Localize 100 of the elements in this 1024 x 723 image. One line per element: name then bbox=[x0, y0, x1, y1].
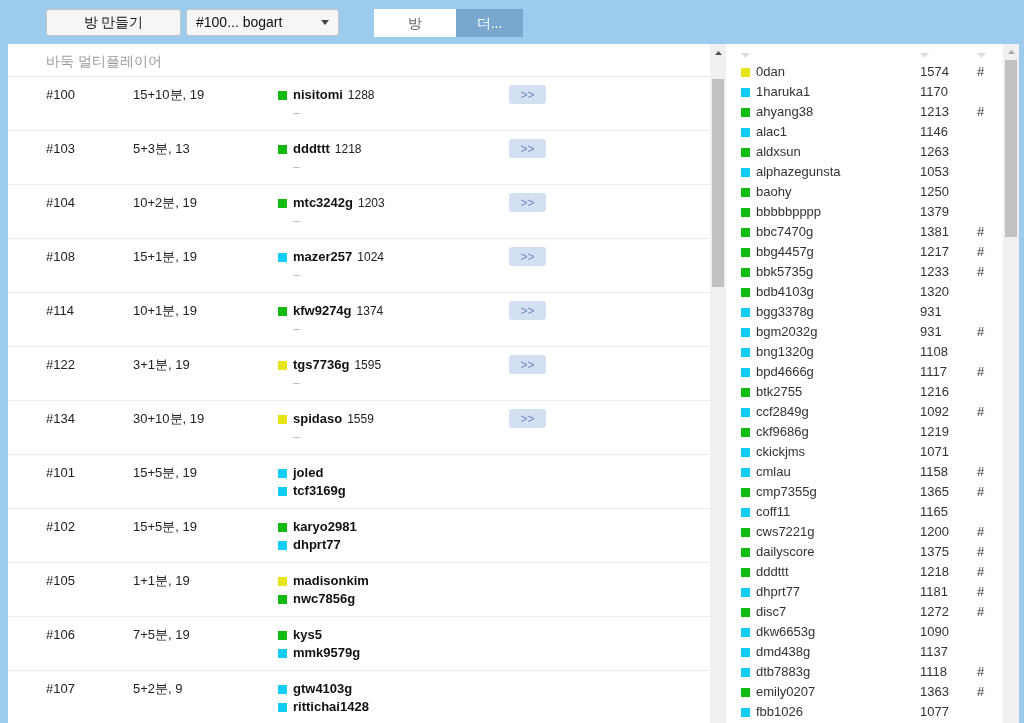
user-rating: 1213 bbox=[920, 103, 950, 122]
user-name[interactable]: dddttt bbox=[756, 562, 789, 582]
user-name[interactable]: 1haruka1 bbox=[756, 82, 811, 102]
user-mark: # bbox=[977, 663, 985, 682]
player-rating: 1595 bbox=[354, 357, 382, 374]
user-mark: # bbox=[977, 683, 985, 702]
user-mark: # bbox=[977, 223, 985, 242]
scrollbar[interactable] bbox=[1003, 44, 1019, 723]
scrollbar[interactable] bbox=[710, 44, 726, 723]
tab[interactable]: 방 bbox=[374, 9, 456, 37]
player-name: joled bbox=[293, 464, 324, 483]
time-setting: 30+10분, 19 bbox=[133, 410, 206, 428]
player-name: tgs7736g bbox=[293, 356, 350, 375]
user-rating: 1117 bbox=[920, 363, 948, 382]
room-number: #134 bbox=[46, 410, 76, 428]
user-name[interactable]: alac1 bbox=[756, 122, 788, 142]
user-name[interactable]: cmlau bbox=[756, 462, 791, 482]
time-setting: 10+1분, 19 bbox=[133, 302, 198, 320]
user-name[interactable]: ahyang38 bbox=[756, 102, 814, 122]
user-name[interactable]: btk2755 bbox=[756, 382, 803, 402]
user-mark: # bbox=[977, 543, 985, 562]
user-rating: 1365 bbox=[920, 483, 950, 502]
create-room-button[interactable]: 방 만들기 bbox=[46, 9, 181, 36]
user-name[interactable]: bgm2032g bbox=[756, 322, 818, 342]
user-name[interactable]: dailyscore bbox=[756, 542, 815, 562]
user-name[interactable]: cws7221g bbox=[756, 522, 815, 542]
room-number: #105 bbox=[46, 572, 76, 590]
room-number: #102 bbox=[46, 518, 76, 536]
user-name[interactable]: aldxsun bbox=[756, 142, 801, 162]
room-number: #103 bbox=[46, 140, 76, 158]
room-number: #106 bbox=[46, 626, 76, 644]
user-name[interactable]: dkw6653g bbox=[756, 622, 816, 642]
user-rating: 931 bbox=[920, 303, 943, 322]
user-name[interactable]: cmp7355g bbox=[756, 482, 817, 502]
user-name[interactable]: bdb4103g bbox=[756, 282, 814, 302]
user-name[interactable]: ckickjms bbox=[756, 442, 806, 462]
user-rating: 1146 bbox=[920, 123, 949, 142]
user-name[interactable]: dhprt77 bbox=[756, 582, 801, 602]
user-mark: # bbox=[977, 263, 985, 282]
user-rating: 1092 bbox=[920, 403, 950, 422]
user-name[interactable]: bng1320g bbox=[756, 342, 814, 362]
user-name[interactable]: bbc7470g bbox=[756, 222, 814, 242]
user-name[interactable]: bbk5735g bbox=[756, 262, 814, 282]
user-name[interactable]: disc7 bbox=[756, 602, 787, 622]
user-name[interactable]: bgg3378g bbox=[756, 302, 814, 322]
player-name: mazer257 bbox=[293, 248, 353, 267]
room-dropdown[interactable]: #100... bogart bbox=[186, 9, 339, 36]
player-name: mtc3242g bbox=[293, 194, 353, 213]
user-rating: 1108 bbox=[920, 343, 949, 362]
user-rating: 1218 bbox=[920, 563, 950, 582]
player-rating: 1203 bbox=[358, 195, 385, 212]
room-number: #104 bbox=[46, 194, 76, 212]
user-name[interactable]: baohy bbox=[756, 182, 792, 202]
user-mark: # bbox=[977, 583, 985, 602]
user-name[interactable]: fbb1026 bbox=[756, 702, 803, 722]
caret-icon bbox=[321, 20, 329, 25]
empty-seat-dash: – bbox=[293, 159, 300, 176]
scrollbar-thumb[interactable] bbox=[712, 79, 724, 287]
sort-arrow-icon[interactable] bbox=[920, 53, 929, 58]
user-name[interactable]: 0dan bbox=[756, 62, 785, 82]
user-rating: 1165 bbox=[920, 503, 949, 522]
user-rating: 1263 bbox=[920, 143, 950, 162]
room-number: #107 bbox=[46, 680, 76, 698]
player-name: gtw4103g bbox=[293, 680, 353, 699]
sort-arrow-icon[interactable] bbox=[741, 53, 750, 58]
user-mark: # bbox=[977, 243, 985, 262]
player-name: madisonkim bbox=[293, 572, 369, 591]
scroll-up-arrow-icon[interactable] bbox=[714, 50, 722, 55]
user-name[interactable]: ccf2849g bbox=[756, 402, 809, 422]
user-mark: # bbox=[977, 463, 985, 482]
user-name[interactable]: emily0207 bbox=[756, 682, 816, 702]
scrollbar-thumb[interactable] bbox=[1005, 60, 1017, 237]
sort-arrow-icon[interactable] bbox=[977, 53, 986, 58]
user-name[interactable]: bpd4666g bbox=[756, 362, 814, 382]
user-name[interactable]: dtb7883g bbox=[756, 662, 811, 682]
user-name[interactable]: bbbbbpppp bbox=[756, 202, 822, 222]
user-rating: 1574 bbox=[920, 63, 950, 82]
user-name[interactable]: bbg4457g bbox=[756, 242, 814, 262]
user-mark: # bbox=[977, 103, 985, 122]
player-name: rittichai1428 bbox=[293, 698, 369, 717]
user-rating: 1071 bbox=[920, 443, 950, 462]
user-name[interactable]: alphazegunsta bbox=[756, 162, 841, 182]
user-name[interactable]: dmd438g bbox=[756, 642, 811, 662]
room-number: #101 bbox=[46, 464, 76, 482]
user-mark: # bbox=[977, 363, 985, 382]
user-rating: 1363 bbox=[920, 683, 950, 702]
user-rating: 931 bbox=[920, 323, 943, 342]
user-rating: 1216 bbox=[920, 383, 950, 402]
user-mark: # bbox=[977, 603, 985, 622]
time-setting: 15+10분, 19 bbox=[133, 86, 206, 104]
user-name[interactable]: ckf9686g bbox=[756, 422, 809, 442]
user-mark: # bbox=[977, 323, 985, 342]
player-name: kys5 bbox=[293, 626, 322, 645]
player-name: dddttt bbox=[293, 140, 330, 159]
time-setting: 3+1분, 19 bbox=[133, 356, 191, 374]
user-name[interactable]: coff11 bbox=[756, 502, 791, 522]
panel-title: 바둑 멀티플레이어 bbox=[46, 53, 162, 69]
user-rating: 1158 bbox=[920, 463, 949, 482]
time-setting: 15+1분, 19 bbox=[133, 248, 198, 266]
time-setting: 1+1분, 19 bbox=[133, 572, 191, 590]
